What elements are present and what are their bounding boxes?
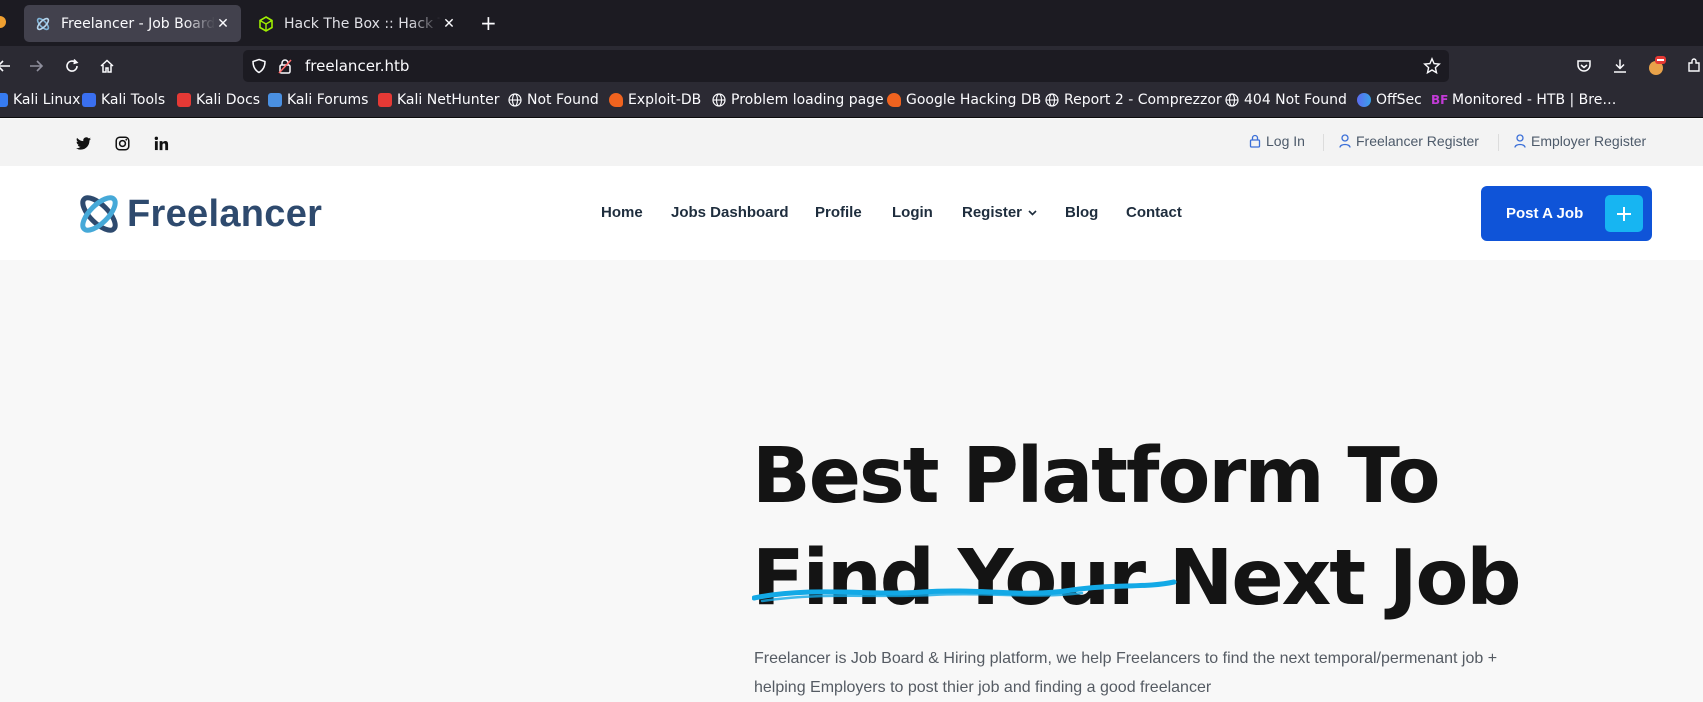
site-logo[interactable]: Freelancer bbox=[75, 190, 322, 238]
ghdb-icon bbox=[887, 93, 901, 107]
bookmark-star-icon[interactable] bbox=[1423, 57, 1441, 80]
bookmarks-toolbar: Kali Linux Kali Tools Kali Docs Kali For… bbox=[0, 86, 1703, 118]
brush-underline-decoration bbox=[752, 579, 1177, 603]
globe-icon bbox=[1045, 93, 1059, 107]
nav-contact[interactable]: Contact bbox=[1126, 204, 1182, 221]
bookmark-kali-nethunter[interactable]: Kali NetHunter bbox=[378, 92, 499, 108]
tracking-shield-icon[interactable] bbox=[251, 58, 267, 79]
nav-home[interactable]: Home bbox=[601, 204, 643, 221]
nav-blog[interactable]: Blog bbox=[1065, 204, 1098, 221]
site-header: Freelancer Home Jobs Dashboard Profile L… bbox=[0, 166, 1703, 260]
linkedin-icon[interactable] bbox=[153, 135, 169, 151]
post-a-job-button[interactable]: Post A Job bbox=[1481, 186, 1652, 241]
htb-cube-icon bbox=[257, 15, 275, 33]
tab-close-icon[interactable]: ✕ bbox=[215, 16, 231, 32]
kali-icon bbox=[0, 93, 8, 107]
divider bbox=[1323, 134, 1324, 151]
hero-section: Best Platform To Find Your Next Job Free… bbox=[0, 260, 1703, 696]
nethunter-icon bbox=[378, 93, 392, 107]
chevron-down-icon bbox=[1028, 210, 1037, 216]
divider bbox=[1498, 134, 1499, 151]
tab-title: Hack The Box :: Hack The Box bbox=[284, 15, 441, 32]
url-bar[interactable]: freelancer.htb bbox=[243, 50, 1449, 82]
new-tab-button[interactable]: + bbox=[480, 12, 497, 34]
browser-tab-strip: Freelancer - Job Board & Hiring platform… bbox=[0, 0, 1703, 46]
twitter-icon[interactable] bbox=[75, 135, 91, 151]
offsec-icon bbox=[1357, 93, 1371, 107]
bookmark-404-not-found[interactable]: 404 Not Found bbox=[1225, 92, 1347, 108]
nav-login[interactable]: Login bbox=[892, 204, 933, 221]
bookmark-offsec[interactable]: OffSec bbox=[1357, 92, 1422, 108]
forward-icon[interactable] bbox=[26, 56, 46, 76]
freelancer-register-link[interactable]: Freelancer Register bbox=[1339, 133, 1479, 149]
insecure-lock-icon[interactable] bbox=[278, 58, 292, 79]
bookmark-google-hacking-db[interactable]: Google Hacking DB bbox=[887, 92, 1041, 108]
bookmark-kali-tools[interactable]: Kali Tools bbox=[82, 92, 165, 108]
url-text[interactable]: freelancer.htb bbox=[305, 57, 409, 75]
bookmark-kali-linux[interactable]: Kali Linux bbox=[0, 92, 80, 108]
hero-description: Freelancer is Job Board & Hiring platfor… bbox=[754, 650, 1498, 696]
site-top-bar: Log In Freelancer Register Employer Regi… bbox=[0, 119, 1703, 166]
lock-icon bbox=[1249, 134, 1261, 148]
login-link[interactable]: Log In bbox=[1249, 133, 1305, 149]
extension-foxyproxy-icon[interactable] bbox=[1646, 56, 1666, 76]
bookmark-kali-docs[interactable]: Kali Docs bbox=[177, 92, 260, 108]
bf-icon: BF bbox=[1431, 93, 1449, 107]
back-icon[interactable] bbox=[0, 56, 14, 76]
exploitdb-icon bbox=[609, 93, 623, 107]
downloads-icon[interactable] bbox=[1610, 56, 1630, 76]
kali-docs-icon bbox=[177, 93, 191, 107]
bookmark-monitored-htb[interactable]: BF Monitored - HTB | Bre… bbox=[1431, 92, 1616, 108]
tab-title: Freelancer - Job Board & Hiring platform bbox=[61, 15, 215, 32]
globe-icon bbox=[712, 93, 726, 107]
tab-close-icon[interactable]: ✕ bbox=[441, 16, 457, 32]
post-a-job-label: Post A Job bbox=[1506, 205, 1584, 222]
hero-title-line-1: Best Platform To bbox=[752, 432, 1441, 521]
nav-jobs-dashboard[interactable]: Jobs Dashboard bbox=[671, 204, 789, 221]
plus-icon bbox=[1605, 195, 1643, 232]
home-icon[interactable] bbox=[97, 56, 117, 76]
freelancer-favicon-icon bbox=[34, 15, 52, 33]
user-icon bbox=[1339, 134, 1351, 148]
pocket-icon[interactable] bbox=[1574, 56, 1594, 76]
browser-toolbar: freelancer.htb bbox=[0, 46, 1703, 86]
bookmark-exploit-db[interactable]: Exploit-DB bbox=[609, 92, 701, 108]
nav-register[interactable]: Register bbox=[962, 204, 1037, 221]
reload-icon[interactable] bbox=[62, 56, 82, 76]
tab-freelancer[interactable]: Freelancer - Job Board & Hiring platform… bbox=[24, 5, 241, 42]
nav-profile[interactable]: Profile bbox=[815, 204, 862, 221]
bookmark-not-found[interactable]: Not Found bbox=[508, 92, 599, 108]
employer-register-link[interactable]: Employer Register bbox=[1514, 133, 1646, 149]
kali-forums-icon bbox=[268, 93, 282, 107]
instagram-icon[interactable] bbox=[114, 135, 130, 151]
nav-register-label: Register bbox=[962, 204, 1023, 221]
firefox-menu-icon[interactable] bbox=[0, 16, 6, 28]
user-icon bbox=[1514, 134, 1526, 148]
freelancer-logo-icon bbox=[80, 195, 118, 233]
bookmark-kali-forums[interactable]: Kali Forums bbox=[268, 92, 368, 108]
bookmark-problem-loading-page[interactable]: Problem loading page bbox=[712, 92, 884, 108]
kali-tools-icon bbox=[82, 93, 96, 107]
globe-icon bbox=[1225, 93, 1239, 107]
logo-text: Freelancer bbox=[127, 192, 323, 235]
tab-hackthebox[interactable]: Hack The Box :: Hack The Box ✕ bbox=[247, 5, 467, 42]
extensions-icon[interactable] bbox=[1684, 56, 1703, 76]
globe-icon bbox=[508, 93, 522, 107]
bookmark-report-comprezzor[interactable]: Report 2 - Comprezzor bbox=[1045, 92, 1222, 108]
